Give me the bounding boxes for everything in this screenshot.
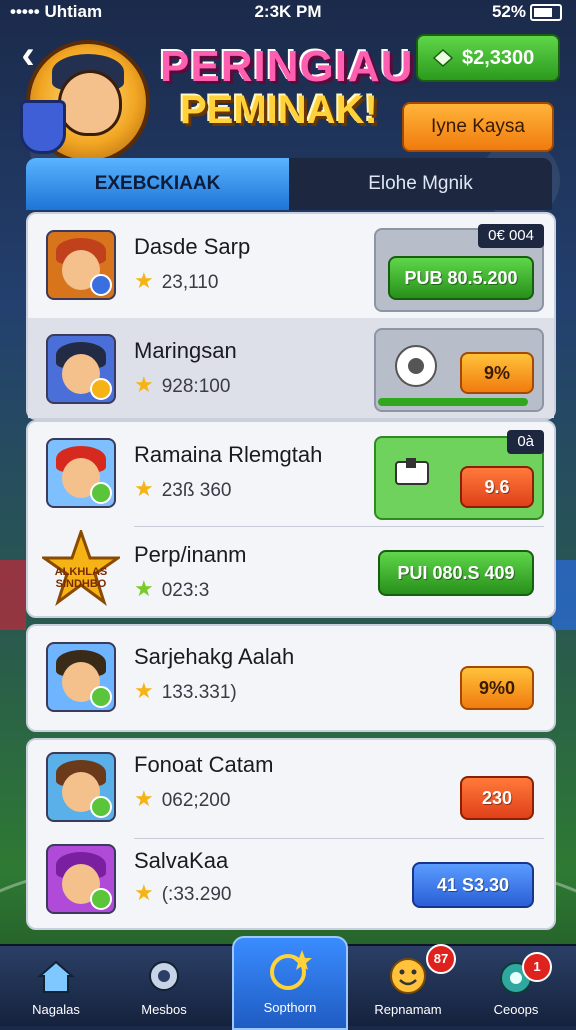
gift-icon — [395, 458, 429, 485]
player-score: ★ 928:100 — [134, 372, 231, 397]
reward-button[interactable]: PUI 080.S 409 — [378, 550, 534, 596]
coins-button[interactable]: $2,3300 — [416, 34, 560, 82]
player-name: Dasde Sarp — [134, 234, 251, 259]
notification-badge: 87 — [426, 944, 456, 974]
avatar — [46, 642, 116, 712]
compass-star-icon — [270, 950, 312, 990]
chest-icon — [395, 345, 437, 387]
header-action-button[interactable]: Iyne Kaysa — [402, 102, 554, 152]
nav-item-sopthorn[interactable]: Sopthorn — [232, 936, 348, 1030]
hero-emblem — [20, 44, 146, 160]
battery-percent: 52% — [491, 2, 526, 21]
reward-button[interactable]: 9.6 — [460, 466, 534, 508]
player-name: Sarjehakg Aalah — [134, 644, 295, 669]
chevron-left-icon: ‹ — [21, 33, 35, 77]
battery-indicator: 52% — [492, 2, 562, 22]
nav-label: Nagalas — [32, 1002, 80, 1017]
player-score: ★ 23,110 — [134, 268, 219, 293]
gear-icon — [149, 961, 179, 991]
notification-badge: 1 — [522, 952, 552, 982]
star-icon: ★ — [134, 372, 154, 397]
player-score: ★ 133.331) — [134, 678, 237, 703]
tab-secondary[interactable]: Elohe Mgnik — [289, 158, 552, 210]
reward-button[interactable]: 9%0 — [460, 666, 534, 710]
player-score: ★ 023:3 — [134, 576, 210, 601]
leaderboard-card-3: Sarjehakg Aalah ★ 133.331) 9%0 — [26, 624, 556, 732]
nav-label: Sopthorn — [263, 1000, 317, 1015]
leaderboard-card-1: Dasde Sarp ★ 23,110 0€ 004 PUB 80.5.200 M… — [26, 212, 556, 420]
nav-item-repnamam[interactable]: 87 Repnamam — [356, 944, 460, 1026]
player-name: Maringsan — [134, 338, 237, 363]
nav-label: Ceoops — [493, 1002, 539, 1017]
nav-label: Mesbos — [141, 1002, 187, 1017]
smiley-icon — [390, 958, 426, 994]
player-name: SalvaKaa — [134, 848, 229, 873]
player-score: ★ 062;200 — [134, 786, 231, 811]
avatar — [46, 334, 116, 404]
star-icon: ★ — [134, 476, 154, 501]
player-name: Ramaina Rlemgtah — [134, 442, 323, 467]
header: ‹ PERINGIAU PEMINAK! $2,3300 Iyne Kaysa — [0, 26, 576, 160]
player-score: ★ 23ß 360 — [134, 476, 232, 501]
reward-button[interactable]: PUB 80.5.200 — [388, 256, 534, 300]
page-title-line1: PERINGIAU — [160, 42, 414, 91]
leaderboard-card-2: Ramaina Rlemgtah ★ 23ß 360 0à 9.6 ALKHLAS… — [26, 420, 556, 618]
nav-item-members[interactable]: Mesbos — [112, 946, 216, 1026]
nav-item-home[interactable]: Nagalas — [4, 946, 108, 1026]
list-item[interactable]: ALKHLAS SINDHBO Perp/inanm ★ 023:3 PUI 08… — [28, 520, 554, 620]
star-icon: ★ — [134, 576, 154, 601]
list-item[interactable]: Sarjehakg Aalah ★ 133.331) 9%0 — [28, 626, 554, 726]
reward-button[interactable]: 230 — [460, 776, 534, 820]
avatar-badge-text: ALKHLAS SINDHBO — [54, 566, 108, 590]
avatar — [46, 752, 116, 822]
tab-primary[interactable]: EXEBCKIAAK — [26, 158, 289, 210]
player-name: Fonoat Catam — [134, 752, 274, 777]
list-item[interactable]: Ramaina Rlemgtah ★ 23ß 360 0à 9.6 — [28, 422, 554, 522]
player-name: Perp/inanm — [134, 542, 247, 567]
nav-label: Repnamam — [374, 1002, 442, 1017]
list-item[interactable]: Fonoat Catam ★ 062;200 230 — [28, 740, 554, 840]
list-item[interactable]: Maringsan ★ 928:100 9% — [28, 318, 554, 418]
list-item[interactable]: SalvaKaa ★ (:33.290 41 S3.30 — [28, 832, 554, 932]
avatar — [46, 844, 116, 914]
avatar — [46, 230, 116, 300]
avatar — [46, 438, 116, 508]
page-title-line2: PEMINAK! — [180, 88, 378, 132]
list-item[interactable]: Dasde Sarp ★ 23,110 0€ 004 PUB 80.5.200 — [28, 214, 554, 314]
status-bar: ••••• Uhtiam 2:3K PM 52% — [0, 0, 576, 26]
clock: 2:3K PM — [254, 2, 322, 21]
nav-item-ceoops[interactable]: 1 Ceoops — [464, 946, 568, 1026]
star-icon: ★ — [134, 786, 154, 811]
coins-amount: $2,3300 — [462, 47, 535, 69]
status-badge: 0€ 004 — [478, 224, 544, 248]
shield-icon — [20, 100, 66, 154]
bottom-nav: Nagalas Mesbos Sopthorn 87 Repnamam 1 Ce… — [0, 936, 576, 1030]
player-score: ★ (:33.290 — [134, 880, 232, 905]
avatar: ALKHLAS SINDHBO — [39, 527, 123, 606]
star-icon: ★ — [134, 880, 154, 905]
reward-button[interactable]: 41 S3.30 — [412, 862, 534, 908]
star-icon: ★ — [134, 268, 154, 293]
star-icon: ★ — [134, 678, 154, 703]
home-icon — [37, 960, 75, 993]
leaderboard-card-4: Fonoat Catam ★ 062;200 230 SalvaKaa ★ (:33… — [26, 738, 556, 930]
coins-icon — [432, 48, 454, 68]
battery-icon — [530, 4, 562, 22]
status-badge: 0à — [507, 430, 544, 454]
tab-bar: EXEBCKIAAK Elohe Mgnik — [26, 158, 552, 210]
reward-button[interactable]: 9% — [460, 352, 534, 394]
